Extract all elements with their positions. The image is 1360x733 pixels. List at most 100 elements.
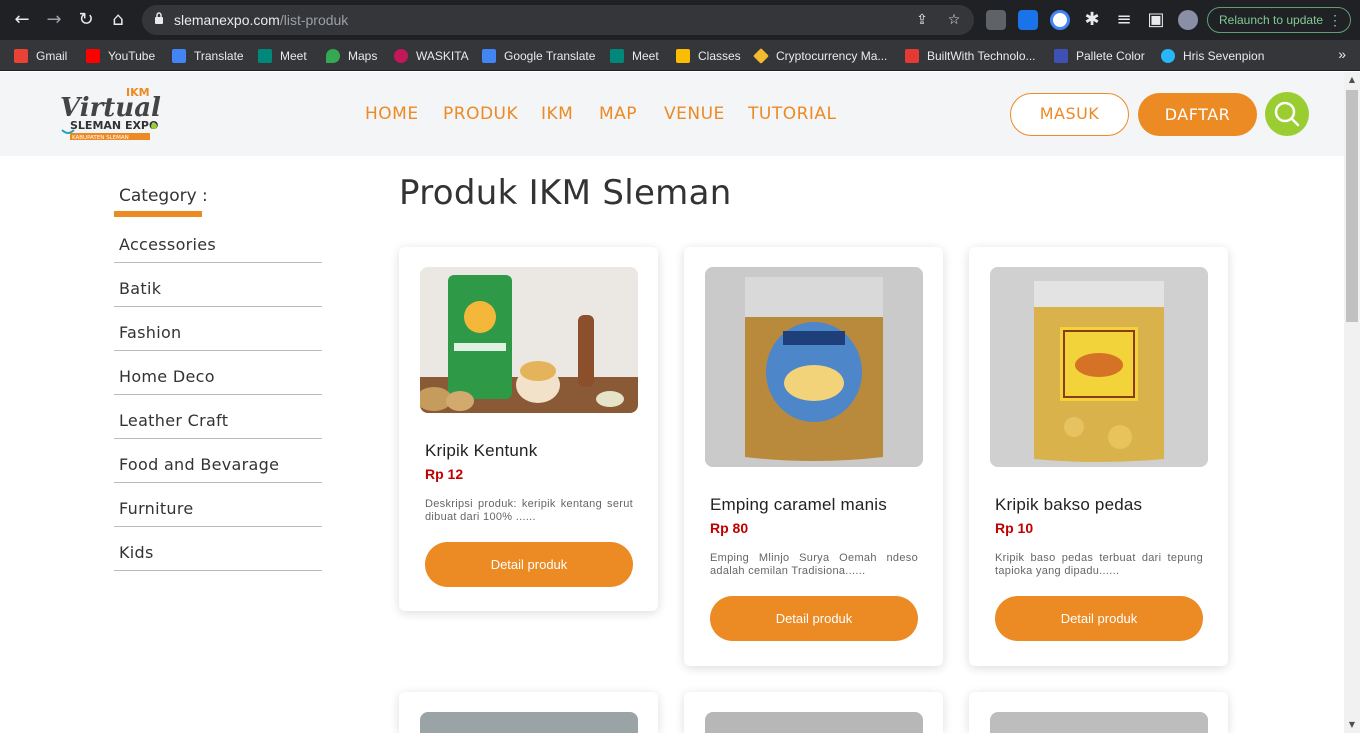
login-button[interactable]: MASUK xyxy=(1010,93,1129,136)
bookmark-label: Translate xyxy=(194,49,244,63)
bookmark-label: Classes xyxy=(698,49,741,63)
category-leather-craft[interactable]: Leather Craft xyxy=(114,411,322,439)
youtube-icon xyxy=(86,49,100,63)
product-name[interactable]: Kripik bakso pedas xyxy=(995,495,1142,515)
nav-ikm[interactable]: IKM xyxy=(541,104,573,124)
product-name[interactable]: Kripik Kentunk xyxy=(425,441,537,461)
sidepanel-icon[interactable]: ▣ xyxy=(1144,8,1168,32)
bookmark-pallete-color[interactable]: Pallete Color xyxy=(1054,47,1145,65)
product-card[interactable]: Kripik bakso pedas Rp 10 Kripik baso ped… xyxy=(969,247,1228,666)
detail-product-button[interactable]: Detail produk xyxy=(710,596,918,641)
home-icon[interactable]: ⌂ xyxy=(106,8,130,32)
category-home-deco[interactable]: Home Deco xyxy=(114,367,322,395)
category-batik[interactable]: Batik xyxy=(114,279,322,307)
media-icon[interactable]: ≡ xyxy=(1112,8,1136,32)
detail-product-button[interactable]: Detail produk xyxy=(425,542,633,587)
bookmark-meet-2[interactable]: Meet xyxy=(610,47,659,65)
category-furniture[interactable]: Furniture xyxy=(114,499,322,527)
scroll-down-icon[interactable]: ▼ xyxy=(1344,717,1360,733)
product-description: Emping Mlinjo Surya Oemah ndeso adalah c… xyxy=(710,552,918,577)
product-image[interactable] xyxy=(705,267,923,467)
site-logo[interactable]: IKM Virtual SLEMAN EXPO KABUPATEN SLEMAN xyxy=(58,82,172,144)
bookmark-label: BuiltWith Technolo... xyxy=(927,49,1036,63)
search-button[interactable] xyxy=(1265,92,1309,136)
chrome-extension-icon[interactable] xyxy=(1050,10,1070,30)
bookmark-google-translate[interactable]: Google Translate xyxy=(482,47,595,65)
address-bar[interactable]: slemanexpo.com/list-produk ⇪ ☆ xyxy=(142,5,974,35)
bookmark-classes[interactable]: Classes xyxy=(676,47,741,65)
product-card[interactable] xyxy=(399,692,658,733)
google-translate-icon xyxy=(482,49,496,63)
emping-photo xyxy=(705,267,923,467)
url-host: slemanexpo.com xyxy=(174,12,280,28)
scroll-thumb[interactable] xyxy=(1346,90,1358,322)
product-description: Kripik baso pedas terbuat dari tepung ta… xyxy=(995,552,1203,577)
bookmark-waskita[interactable]: WASKITA xyxy=(394,47,469,65)
nav-home[interactable]: HOME xyxy=(365,104,419,124)
product-card[interactable] xyxy=(969,692,1228,733)
bookmark-label: Meet xyxy=(632,49,659,63)
scroll-up-icon[interactable]: ▲ xyxy=(1344,72,1360,88)
bookmark-label: YouTube xyxy=(108,49,156,63)
bookmark-builtwith[interactable]: BuiltWith Technolo... xyxy=(905,47,1036,65)
product-image[interactable] xyxy=(990,267,1208,467)
more-bookmarks-icon[interactable]: » xyxy=(1338,46,1346,62)
bookmark-hris[interactable]: Hris Sevenpion xyxy=(1161,47,1264,65)
bookmark-gmail[interactable]: Gmail xyxy=(14,47,67,65)
product-image[interactable] xyxy=(420,267,638,413)
reload-icon[interactable]: ↻ xyxy=(74,8,98,32)
relaunch-button[interactable]: Relaunch to update ⋮ xyxy=(1207,7,1351,33)
bookmark-translate[interactable]: Translate xyxy=(172,47,244,65)
camera-extension-icon[interactable] xyxy=(986,10,1006,30)
product-image[interactable] xyxy=(420,712,638,733)
product-price: Rp 10 xyxy=(995,520,1034,536)
url-text: slemanexpo.com/list-produk xyxy=(174,12,348,28)
product-name[interactable]: Emping caramel manis xyxy=(710,495,887,515)
bookmark-label: Hris Sevenpion xyxy=(1183,49,1265,63)
menu-dots-icon[interactable]: ⋮ xyxy=(1328,8,1342,32)
page-scrollbar[interactable]: ▲ ▼ xyxy=(1344,72,1360,733)
kripik-bakso-photo xyxy=(990,267,1208,467)
hris-icon xyxy=(1161,49,1175,63)
bookmark-meet[interactable]: Meet xyxy=(258,47,307,65)
product-card[interactable] xyxy=(684,692,943,733)
bookmark-label: Maps xyxy=(348,49,378,63)
logo-sleman-text: SLEMAN EXPO xyxy=(70,119,158,132)
category-accessories[interactable]: Accessories xyxy=(114,235,322,263)
category-fashion[interactable]: Fashion xyxy=(114,323,322,351)
puzzle-icon[interactable]: ✱ xyxy=(1080,8,1104,32)
bookmark-cryptocurrency[interactable]: Cryptocurrency Ma... xyxy=(753,47,888,65)
bookmark-label: Cryptocurrency Ma... xyxy=(776,49,888,63)
share-icon[interactable]: ⇪ xyxy=(914,12,930,28)
screen-extension-icon[interactable] xyxy=(1018,10,1038,30)
nav-tutorial[interactable]: TUTORIAL xyxy=(748,104,837,124)
product-image[interactable] xyxy=(990,712,1208,733)
category-kids[interactable]: Kids xyxy=(114,543,322,571)
nav-venue[interactable]: VENUE xyxy=(664,104,725,124)
browser-toolbar: ← → ↻ ⌂ slemanexpo.com/list-produk ⇪ ☆ ✱… xyxy=(0,0,1360,40)
bookmark-maps[interactable]: Maps xyxy=(326,47,377,65)
nav-map[interactable]: MAP xyxy=(599,104,637,124)
product-description: Deskripsi produk: keripik kentang serut … xyxy=(425,498,633,523)
star-icon[interactable]: ☆ xyxy=(946,12,962,28)
bookmark-label: Meet xyxy=(280,49,307,63)
register-button[interactable]: DAFTAR xyxy=(1138,93,1257,136)
product-card[interactable]: Emping caramel manis Rp 80 Emping Mlinjo… xyxy=(684,247,943,666)
pallete-icon xyxy=(1054,49,1068,63)
product-image[interactable] xyxy=(705,712,923,733)
forward-icon[interactable]: → xyxy=(42,8,66,32)
product-card[interactable]: Kripik Kentunk Rp 12 Deskripsi produk: k… xyxy=(399,247,658,611)
product-price: Rp 80 xyxy=(710,520,749,536)
detail-product-button[interactable]: Detail produk xyxy=(995,596,1203,641)
url-path: /list-produk xyxy=(279,12,349,28)
back-icon[interactable]: ← xyxy=(10,8,34,32)
waskita-icon xyxy=(394,49,408,63)
category-food-bevarage[interactable]: Food and Bevarage xyxy=(114,455,322,483)
translate-icon xyxy=(172,49,186,63)
avatar[interactable] xyxy=(1178,10,1198,30)
page-title: Produk IKM Sleman xyxy=(399,173,732,213)
bookmark-youtube[interactable]: YouTube xyxy=(86,47,155,65)
nav-produk[interactable]: PRODUK xyxy=(443,104,518,124)
bookmark-label: WASKITA xyxy=(416,49,469,63)
meet-icon xyxy=(610,49,624,63)
